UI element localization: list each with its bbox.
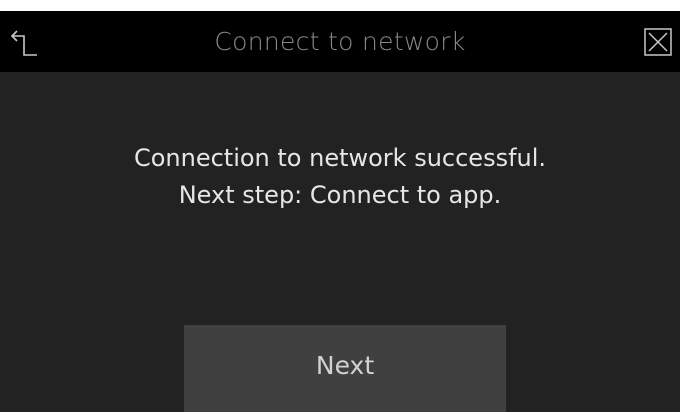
back-arrow-icon [10, 30, 37, 56]
status-message-line-1: Connection to network successful. [133, 144, 547, 172]
network-setup-screen: Connect to network Connection to network… [0, 11, 680, 412]
back-button[interactable] [10, 25, 40, 59]
close-button[interactable] [644, 28, 672, 56]
title-bar: Connect to network [0, 11, 680, 72]
close-icon [644, 28, 672, 56]
next-button[interactable]: Next [184, 325, 506, 412]
page-title: Connect to network [214, 27, 466, 56]
status-message-line-2: Next step: Connect to app. [178, 181, 502, 209]
status-message: Connection to network successful. Next s… [40, 140, 640, 214]
